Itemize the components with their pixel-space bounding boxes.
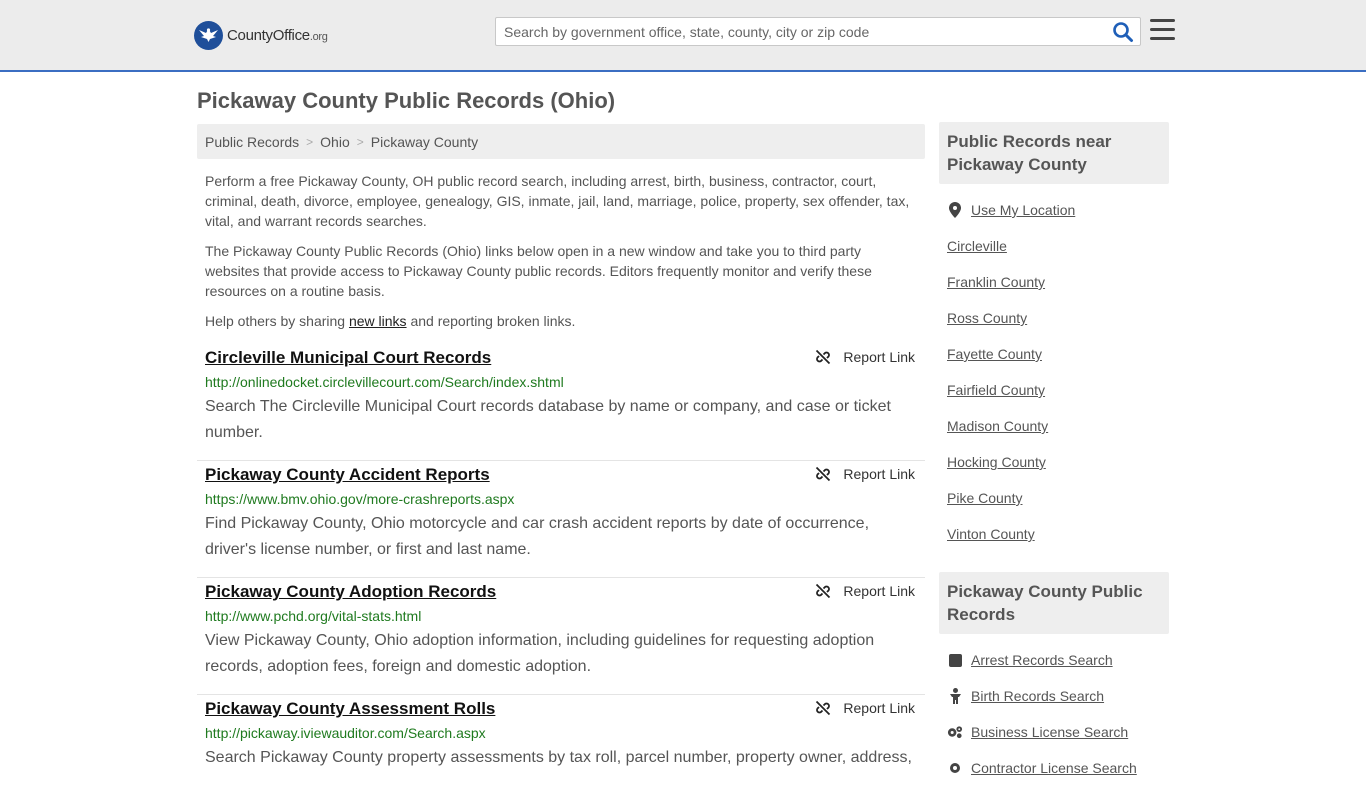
breadcrumb-public-records[interactable]: Public Records [205, 134, 299, 150]
nearby-list: Use My Location Circleville Franklin Cou… [939, 192, 1169, 552]
breadcrumb: Public Records > Ohio > Pickaway County [197, 124, 925, 159]
site-logo[interactable]: CountyOffice.org [194, 20, 328, 50]
arrest-records-link[interactable]: Arrest Records Search [971, 652, 1113, 668]
search-input[interactable] [496, 18, 1106, 45]
map-pin-icon [947, 202, 963, 218]
broken-link-icon [816, 349, 831, 365]
nearby-heading: Public Records near Pickaway County [939, 122, 1169, 184]
logo-text: CountyOffice.org [227, 26, 328, 44]
page-title: Pickaway County Public Records (Ohio) [197, 88, 616, 113]
county-records-list: Arrest Records Search Birth Records Sear… [939, 642, 1169, 786]
broken-link-icon [816, 583, 831, 599]
broken-link-icon [816, 700, 831, 716]
sidebar-item-nearby: Ross County [947, 300, 1161, 336]
nearby-link[interactable]: Circleville [947, 238, 1007, 254]
sidebar-item-nearby: Vinton County [947, 516, 1161, 552]
intro-paragraph-3: Help others by sharing new links and rep… [205, 313, 576, 329]
broken-link-icon [816, 466, 831, 482]
nearby-link[interactable]: Fayette County [947, 346, 1042, 362]
sidebar-item-nearby: Hocking County [947, 444, 1161, 480]
record-description: Search Pickaway County property assessme… [205, 749, 912, 766]
sidebar-item-arrest: Arrest Records Search [947, 642, 1161, 678]
record-description: View Pickaway County, Ohio adoption info… [205, 632, 875, 675]
sidebar-item-contractor: Contractor License Search [947, 750, 1161, 786]
sidebar-item-nearby: Circleville [947, 228, 1161, 264]
record-item: Circleville Municipal Court Records Repo… [197, 344, 925, 461]
record-description: Search The Circleville Municipal Court r… [205, 398, 891, 441]
record-item: Pickaway County Accident Reports Report … [197, 461, 925, 578]
contractor-license-link[interactable]: Contractor License Search [971, 760, 1137, 776]
nearby-link[interactable]: Madison County [947, 418, 1048, 434]
nearby-link[interactable]: Ross County [947, 310, 1027, 326]
county-records-heading: Pickaway County Public Records [939, 572, 1169, 634]
gear-icon [947, 760, 963, 776]
record-title-link[interactable]: Circleville Municipal Court Records [205, 348, 491, 368]
record-item: Pickaway County Assessment Rolls Report … [197, 695, 925, 812]
record-url: http://onlinedocket.circlevillecourt.com… [205, 374, 564, 390]
search-bar [495, 17, 1141, 46]
breadcrumb-separator: > [306, 134, 314, 149]
record-title-link[interactable]: Pickaway County Assessment Rolls [205, 699, 495, 719]
birth-records-link[interactable]: Birth Records Search [971, 688, 1104, 704]
nearby-link[interactable]: Pike County [947, 490, 1022, 506]
sidebar: Public Records near Pickaway County Use … [939, 122, 1169, 786]
baby-icon [947, 688, 963, 704]
record-title-link[interactable]: Pickaway County Accident Reports [205, 465, 490, 485]
business-license-link[interactable]: Business License Search [971, 724, 1128, 740]
sidebar-item-nearby: Madison County [947, 408, 1161, 444]
record-item: Pickaway County Adoption Records Report … [197, 578, 925, 695]
use-location-link[interactable]: Use My Location [971, 202, 1075, 218]
search-icon [1113, 22, 1133, 42]
nearby-link[interactable]: Fairfield County [947, 382, 1045, 398]
record-url: https://www.bmv.ohio.gov/more-crashrepor… [205, 491, 515, 507]
record-url: http://www.pchd.org/vital-stats.html [205, 608, 422, 624]
new-links-link[interactable]: new links [349, 313, 407, 329]
record-title-link[interactable]: Pickaway County Adoption Records [205, 582, 496, 602]
square-icon [947, 652, 963, 668]
intro-text: Perform a free Pickaway County, OH publi… [197, 171, 925, 331]
breadcrumb-current: Pickaway County [370, 133, 479, 150]
record-url: http://pickaway.iviewauditor.com/Search.… [205, 725, 486, 741]
use-location-item: Use My Location [947, 192, 1161, 228]
sidebar-item-birth: Birth Records Search [947, 678, 1161, 714]
breadcrumb-ohio[interactable]: Ohio [320, 134, 350, 150]
hamburger-menu-icon[interactable] [1150, 19, 1175, 42]
record-description: Find Pickaway County, Ohio motorcycle an… [205, 515, 870, 558]
gears-icon [947, 724, 963, 740]
nearby-link[interactable]: Vinton County [947, 526, 1035, 542]
sidebar-item-nearby: Fairfield County [947, 372, 1161, 408]
nearby-link[interactable]: Franklin County [947, 274, 1045, 290]
main-content: Public Records > Ohio > Pickaway County … [197, 124, 925, 812]
report-link-button[interactable]: Report Link [815, 466, 915, 482]
report-link-button[interactable]: Report Link [815, 583, 915, 599]
sidebar-item-nearby: Pike County [947, 480, 1161, 516]
eagle-logo-icon [194, 20, 223, 50]
report-link-button[interactable]: Report Link [815, 700, 915, 716]
sidebar-item-nearby: Fayette County [947, 336, 1161, 372]
site-header: CountyOffice.org [0, 0, 1366, 72]
nearby-link[interactable]: Hocking County [947, 454, 1046, 470]
search-button[interactable] [1112, 21, 1134, 43]
sidebar-item-business: Business License Search [947, 714, 1161, 750]
report-link-button[interactable]: Report Link [815, 349, 915, 365]
breadcrumb-separator: > [356, 134, 364, 149]
intro-paragraph-1: Perform a free Pickaway County, OH publi… [205, 173, 910, 229]
intro-paragraph-2: The Pickaway County Public Records (Ohio… [205, 243, 872, 299]
sidebar-item-nearby: Franklin County [947, 264, 1161, 300]
